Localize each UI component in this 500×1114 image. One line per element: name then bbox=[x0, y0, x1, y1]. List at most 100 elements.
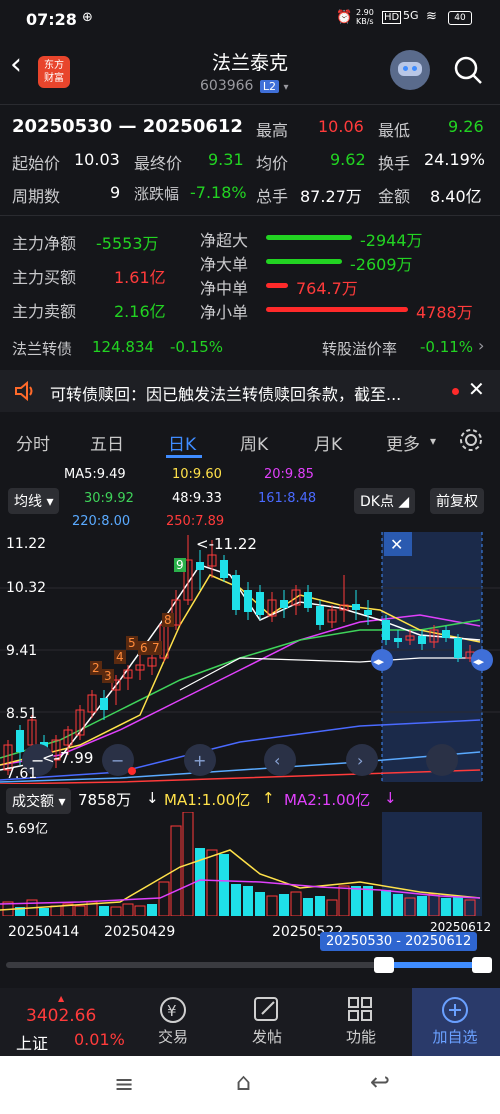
ma161-label: 161:8.48 bbox=[258, 491, 317, 506]
tab-intraday[interactable]: 分时 bbox=[16, 430, 50, 455]
adjust-button[interactable]: 前复权 bbox=[430, 488, 484, 514]
td-count: 6 bbox=[138, 641, 150, 655]
back-nav-icon[interactable]: ↩ bbox=[370, 1068, 390, 1096]
start-value: 10.03 bbox=[74, 150, 120, 169]
battery-icon: 40 bbox=[448, 11, 472, 25]
super-large-bar bbox=[266, 235, 352, 240]
tab-five-day[interactable]: 五日 bbox=[90, 430, 124, 455]
network-type: 5G bbox=[403, 9, 419, 22]
timeline-right-handle[interactable] bbox=[472, 957, 492, 973]
date-range: 20250530 — 20250612 bbox=[12, 116, 243, 137]
start-label: 起始价 bbox=[12, 154, 61, 173]
volume-axis-label: 5.69亿 bbox=[6, 822, 48, 837]
chevron-down-icon: ▾ bbox=[283, 82, 289, 93]
low-value: 9.26 bbox=[448, 117, 484, 136]
kline-chart[interactable]: − − + ‹ › ✕ ◂▸ ◂▸ bbox=[0, 530, 500, 784]
volume-bar bbox=[315, 896, 325, 916]
drag-handle-icon: ◂▸ bbox=[373, 655, 385, 668]
robot-assistant-icon[interactable] bbox=[390, 50, 430, 90]
hd-icon: HD bbox=[382, 11, 402, 24]
tab-more[interactable]: 更多 bbox=[386, 430, 420, 455]
td-count: 8 bbox=[162, 613, 174, 627]
level-badge: L2 bbox=[259, 80, 280, 93]
menu-icon[interactable]: ≡ bbox=[114, 1070, 134, 1098]
net-flow-value: -5553万 bbox=[96, 234, 159, 253]
chevron-down-icon: ▾ bbox=[430, 434, 437, 448]
chevron-right-icon: › bbox=[357, 751, 363, 770]
logo-text-2: 财富 bbox=[44, 73, 64, 84]
volume-bar bbox=[279, 894, 289, 916]
candle-body bbox=[352, 604, 360, 610]
volume-bar bbox=[381, 890, 391, 916]
indicator-label: 均线 bbox=[14, 494, 42, 510]
timeline-selection bbox=[384, 962, 482, 968]
arrow-up-icon: ↑ bbox=[262, 789, 275, 807]
notice-banner[interactable]: 可转债赎回：因已触发法兰转债赎回条款，截至... ✕ bbox=[0, 370, 500, 412]
timeline-left-handle[interactable] bbox=[374, 957, 394, 973]
net-flow-label: 主力净额 bbox=[12, 234, 77, 253]
tab-weekly-k[interactable]: 周K bbox=[240, 430, 268, 455]
main-buy-value: 1.61亿 bbox=[114, 268, 166, 287]
index-ticker[interactable]: ▲ 3402.66 上证 0.01% bbox=[0, 994, 126, 1054]
volume-selector[interactable]: 成交额 ▾ bbox=[6, 788, 72, 814]
speaker-icon bbox=[15, 381, 33, 401]
plus-icon: + bbox=[193, 751, 206, 770]
reset-button[interactable] bbox=[426, 744, 458, 776]
close-icon[interactable]: ✕ bbox=[468, 377, 485, 401]
td-count: 3 bbox=[102, 669, 114, 683]
wifi-icon: ≋ bbox=[426, 9, 437, 24]
drag-handle-icon: ◂▸ bbox=[473, 655, 485, 668]
gear-icon[interactable] bbox=[458, 427, 484, 453]
nav-trade[interactable]: 交易 bbox=[143, 1026, 203, 1047]
amount-value: 8.40亿 bbox=[430, 187, 482, 206]
indicator-selector[interactable]: 均线 ▾ bbox=[8, 488, 60, 514]
td-count: 7 bbox=[150, 641, 162, 655]
bond-change: -0.15% bbox=[170, 338, 224, 356]
candle-body bbox=[442, 630, 450, 638]
volume-bar bbox=[99, 906, 109, 916]
search-icon[interactable] bbox=[452, 54, 484, 86]
arrow-down-icon: ↓ bbox=[384, 789, 397, 807]
low-label: 最低 bbox=[378, 121, 411, 140]
nav-add-watchlist[interactable]: 加自选 bbox=[425, 1026, 485, 1047]
post-icon[interactable] bbox=[252, 995, 282, 1025]
volume-bar bbox=[110, 906, 122, 916]
volume-bar bbox=[326, 899, 338, 916]
top-bar: ‹ 法兰泰克 603966 L2 ▾ bbox=[0, 38, 500, 100]
main-buy-label: 主力买额 bbox=[12, 268, 77, 287]
volume-bar bbox=[74, 905, 86, 916]
function-icon[interactable] bbox=[346, 995, 376, 1025]
trade-icon[interactable]: ¥ bbox=[158, 995, 188, 1025]
volume-bar bbox=[393, 894, 403, 916]
minus-icon: − bbox=[111, 751, 124, 770]
convertible-bond-row[interactable]: 法兰转债 124.834 -0.15% 转股溢价率 -0.11% › bbox=[0, 336, 500, 362]
price-axis-label: 9.41 bbox=[6, 643, 38, 659]
nav-post[interactable]: 发帖 bbox=[237, 1026, 297, 1047]
close-icon: ✕ bbox=[390, 535, 403, 554]
large-value: -2609万 bbox=[350, 255, 413, 274]
main-sell-value: 2.16亿 bbox=[114, 302, 166, 321]
home-icon[interactable]: ⌂ bbox=[236, 1068, 251, 1096]
nav-function[interactable]: 功能 bbox=[331, 1026, 391, 1047]
volume-label: 总手 bbox=[256, 187, 289, 206]
medium-value: 764.7万 bbox=[296, 279, 358, 298]
td-count: 4 bbox=[114, 650, 126, 664]
td-count: 2 bbox=[90, 661, 102, 675]
active-tab-indicator bbox=[166, 455, 202, 458]
tab-daily-k[interactable]: 日K bbox=[168, 430, 196, 455]
main-sell-label: 主力卖额 bbox=[12, 302, 77, 321]
selection-range-overlay bbox=[382, 532, 482, 782]
end-label: 最终价 bbox=[134, 154, 183, 173]
super-large-value: -2944万 bbox=[360, 231, 423, 250]
alarm-icon: ⏰ bbox=[336, 10, 353, 25]
medium-label: 净中单 bbox=[200, 279, 249, 298]
chevron-right-icon: › bbox=[478, 336, 485, 355]
stock-code-row[interactable]: 603966 L2 ▾ bbox=[200, 78, 310, 94]
candle-body bbox=[364, 610, 372, 615]
logo-text-1: 东方 bbox=[44, 60, 64, 71]
period-label: 周期数 bbox=[12, 187, 61, 206]
tab-monthly-k[interactable]: 月K bbox=[314, 430, 342, 455]
index-name: 上证 bbox=[16, 1034, 49, 1053]
volume-chart[interactable] bbox=[0, 812, 500, 916]
dk-point-button[interactable]: DK点 ◢ bbox=[354, 488, 416, 514]
